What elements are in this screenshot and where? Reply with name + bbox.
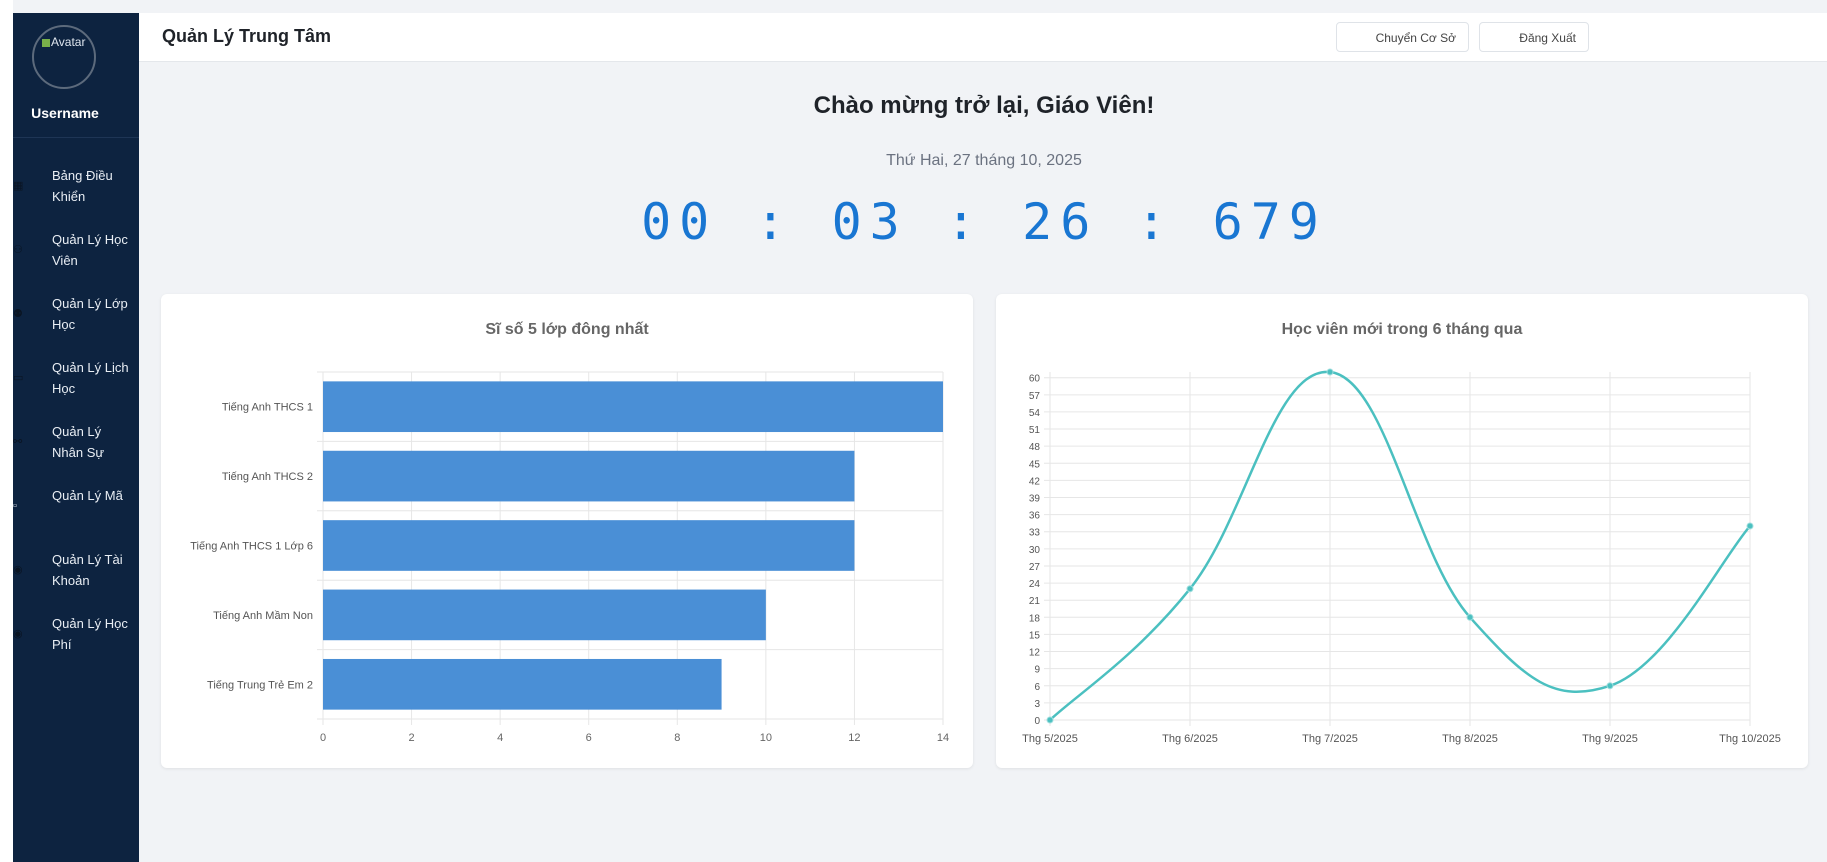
bar xyxy=(323,450,855,502)
y-tick-label: 3 xyxy=(1034,699,1040,710)
x-tick-label: Thg 5/2025 xyxy=(1022,733,1078,745)
series-line xyxy=(1049,370,1751,721)
switch-branch-button[interactable]: Chuyển Cơ Sở xyxy=(1336,22,1469,52)
avatar-alt-text: Avatar xyxy=(42,35,85,49)
category-label: Tiếng Anh THCS 1 Lớp 6 xyxy=(190,541,313,553)
x-tick-label: 8 xyxy=(674,732,680,744)
line-chart: 03691215182124273033363942454851545760Th… xyxy=(1022,368,1781,745)
sidebar-item-label: Quản Lý Nhân Sự xyxy=(52,424,105,460)
app-title: Quản Lý Trung Tâm xyxy=(162,26,332,46)
sidebar-item-3[interactable]: ⚉ Quản Lý Lớp Học xyxy=(13,293,139,343)
sidebar-divider xyxy=(13,137,139,138)
classroom-icon: ⚉ xyxy=(13,308,23,320)
data-point xyxy=(1606,682,1614,690)
bar xyxy=(323,520,855,571)
username: Username xyxy=(31,105,99,121)
y-tick-label: 24 xyxy=(1029,579,1041,590)
y-tick-label: 33 xyxy=(1029,528,1041,539)
y-tick-label: 54 xyxy=(1029,408,1041,419)
staff-icon: ⚯ xyxy=(13,436,23,448)
sidebar-item-label: Quản Lý Lớp Học xyxy=(52,296,128,332)
data-point xyxy=(1046,716,1054,724)
data-point xyxy=(1466,613,1474,621)
category-label: Tiếng Anh Mầm Non xyxy=(213,610,313,622)
bar xyxy=(323,589,766,641)
sidebar-item-6[interactable]: ▫ Quản Lý Mã xyxy=(13,485,139,535)
y-tick-label: 39 xyxy=(1029,494,1041,505)
students-icon: ⚇ xyxy=(13,244,23,256)
y-tick-label: 21 xyxy=(1029,596,1041,607)
logout-button[interactable]: Đăng Xuất xyxy=(1479,22,1589,52)
data-point xyxy=(1186,585,1194,593)
fee-icon: ◉ xyxy=(13,628,23,640)
current-date: Thứ Hai, 27 tháng 10, 2025 xyxy=(886,152,1082,169)
sidebar-item-8[interactable]: ◉ Quản Lý Học Phí xyxy=(13,613,139,663)
x-tick-label: 6 xyxy=(586,732,592,744)
y-tick-label: 0 xyxy=(1034,716,1040,727)
broken-image-icon: ▫ xyxy=(13,500,17,512)
y-tick-label: 36 xyxy=(1029,511,1041,522)
bar-chart-card: Sĩ số 5 lớp đông nhất 0 2 4 6 8 10 12 14 Tiếng A… xyxy=(161,294,973,768)
bar xyxy=(323,658,722,710)
dashboard-icon: ▦ xyxy=(13,180,24,192)
y-tick-label: 9 xyxy=(1034,665,1040,676)
data-point xyxy=(1746,522,1754,530)
sidebar-item-label: Quản Lý Mã xyxy=(52,488,123,503)
x-tick-label: Thg 8/2025 xyxy=(1442,733,1498,745)
calendar-icon: ▭ xyxy=(13,372,24,384)
clock-display: 00 : 03 : 26 : 679 xyxy=(641,193,1327,251)
welcome-heading: Chào mừng trở lại, Giáo Viên! xyxy=(813,92,1155,119)
data-point xyxy=(1326,368,1334,376)
x-tick-label: 2 xyxy=(409,732,415,744)
x-tick-label: 12 xyxy=(848,732,860,744)
category-label: Tiếng Anh THCS 1 xyxy=(222,402,313,414)
y-tick-label: 12 xyxy=(1029,648,1041,659)
x-tick-label: 14 xyxy=(937,732,949,744)
avatar[interactable]: Avatar xyxy=(32,25,96,89)
y-tick-label: 18 xyxy=(1029,613,1041,624)
y-tick-label: 27 xyxy=(1029,562,1041,573)
sidebar-item-5[interactable]: ⚯ Quản Lý Nhân Sự xyxy=(13,421,139,471)
y-tick-label: 15 xyxy=(1029,630,1041,641)
category-label: Tiếng Trung Trẻ Em 2 xyxy=(207,679,313,691)
x-tick-label: Thg 6/2025 xyxy=(1162,733,1218,745)
sidebar-item-label: Quản Lý Học Phí xyxy=(52,616,128,652)
y-tick-label: 45 xyxy=(1029,459,1041,470)
bar-chart: 0 2 4 6 8 10 12 14 Tiếng Anh THCS 1 Tiếng Anh THC… xyxy=(190,371,949,744)
y-tick-label: 60 xyxy=(1029,374,1041,385)
topbar: Quản Lý Trung Tâm Chuyển Cơ Sở Đăng Xuất xyxy=(139,13,1827,62)
y-tick-label: 48 xyxy=(1029,442,1041,453)
account-icon: ◉ xyxy=(13,564,23,576)
x-tick-label: Thg 10/2025 xyxy=(1719,733,1781,745)
x-tick-label: 4 xyxy=(497,732,503,744)
sidebar-item-4[interactable]: ▭ Quản Lý Lịch Học xyxy=(13,357,139,407)
sidebar-item-1[interactable]: ▦ Bảng Điều Khiển xyxy=(13,165,139,215)
bar xyxy=(323,381,943,433)
sidebar-item-label: Quản Lý Lịch Học xyxy=(52,360,129,396)
x-tick-label: 10 xyxy=(760,732,772,744)
sidebar-item-7[interactable]: ◉ Quản Lý Tài Khoản xyxy=(13,549,139,599)
line-chart-card: Học viên mới trong 6 tháng qua 0 3 6 9 12 15 1… xyxy=(996,294,1808,768)
sidebar: Avatar Username ▦ Bảng Điều Khiển ⚇ Quản Lý… xyxy=(13,13,139,862)
x-tick-label: Thg 7/2025 xyxy=(1302,733,1358,745)
y-tick-label: 6 xyxy=(1034,682,1040,693)
sidebar-item-label: Quản Lý Học Viên xyxy=(52,232,128,268)
sidebar-item-label: Quản Lý Tài Khoản xyxy=(52,552,123,588)
y-tick-label: 51 xyxy=(1029,425,1041,436)
category-label: Tiếng Anh THCS 2 xyxy=(222,471,313,483)
x-tick-label: 0 xyxy=(320,732,326,744)
y-tick-label: 30 xyxy=(1029,545,1041,556)
window-edge xyxy=(0,0,13,862)
sidebar-item-label: Bảng Điều Khiển xyxy=(52,168,113,204)
x-tick-label: Thg 9/2025 xyxy=(1582,733,1638,745)
y-tick-label: 57 xyxy=(1029,391,1041,402)
sidebar-item-2[interactable]: ⚇ Quản Lý Học Viên xyxy=(13,229,139,279)
y-tick-label: 42 xyxy=(1029,476,1041,487)
